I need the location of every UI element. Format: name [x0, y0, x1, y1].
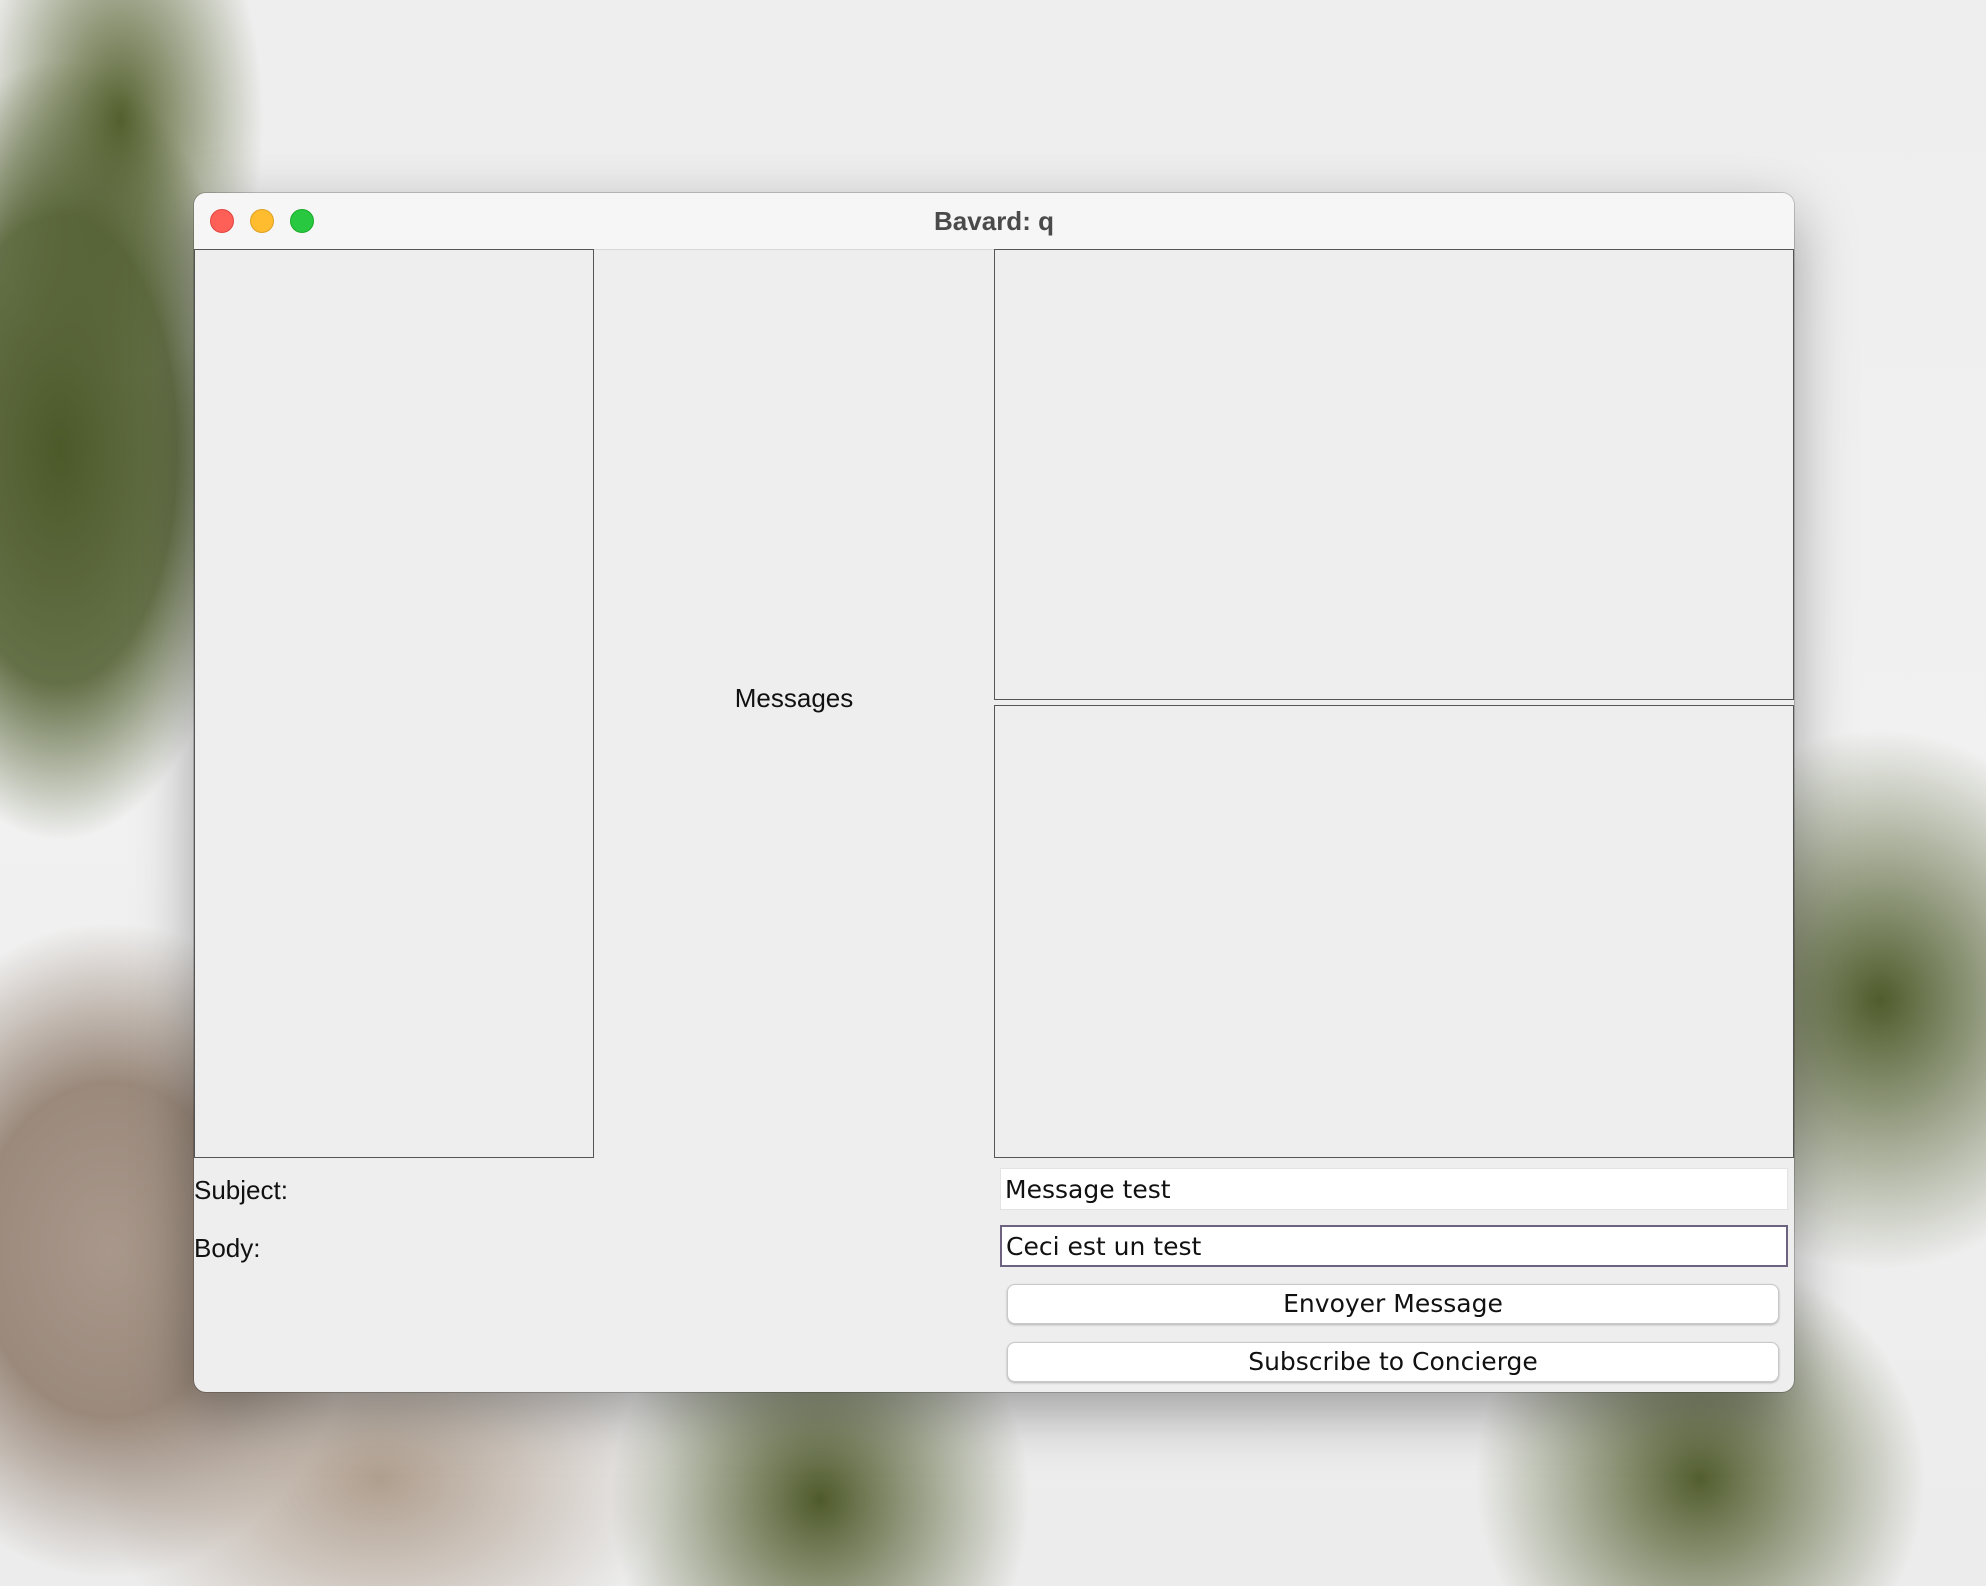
top-right-panel[interactable]: [994, 249, 1794, 700]
window-title: Bavard: q: [934, 206, 1054, 236]
app-window: Bavard: q Messages Subject: Body: Envoye…: [194, 193, 1794, 1392]
title-bar[interactable]: Bavard: q: [194, 193, 1794, 250]
body-input[interactable]: [1000, 1225, 1788, 1267]
left-list-panel[interactable]: [194, 249, 594, 1158]
messages-label: Messages: [734, 683, 854, 713]
send-message-button[interactable]: Envoyer Message: [1007, 1284, 1779, 1324]
body-label: Body:: [194, 1233, 261, 1263]
subscribe-concierge-button[interactable]: Subscribe to Concierge: [1007, 1342, 1779, 1382]
subject-input[interactable]: [1000, 1168, 1788, 1210]
subject-label: Subject:: [194, 1175, 288, 1205]
bottom-right-panel[interactable]: [994, 705, 1794, 1158]
